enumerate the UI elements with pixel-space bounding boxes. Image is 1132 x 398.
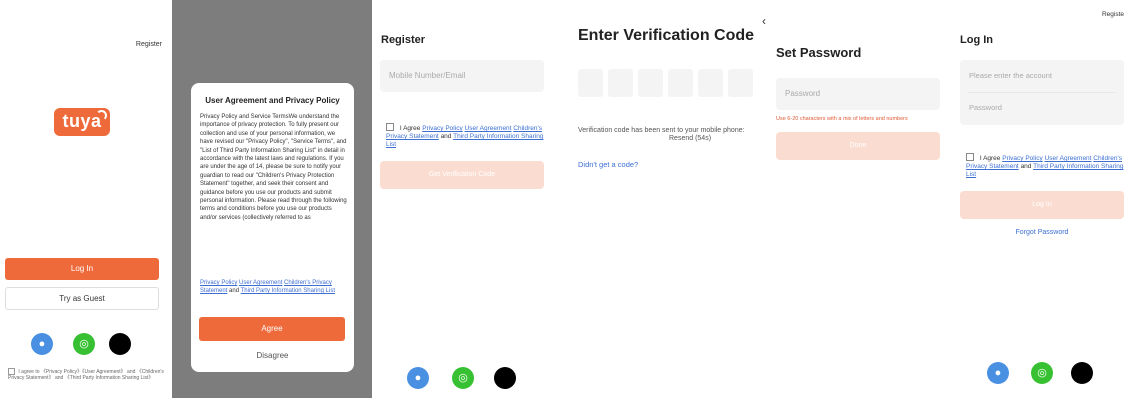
password-hint: Use 6-20 characters with a mix of letter… [776, 116, 908, 122]
qq-icon[interactable]: ● [31, 333, 53, 355]
tuya-logo: tuya [54, 108, 110, 136]
login-button[interactable]: Log In [960, 191, 1124, 219]
privacy-modal: User Agreement and Privacy Policy Privac… [191, 83, 354, 372]
code-digit-box[interactable] [698, 69, 723, 97]
wechat-icon[interactable]: ◎ [1031, 362, 1053, 384]
user-agreement-link[interactable]: User Agreement [465, 125, 512, 132]
privacy-policy-link[interactable]: Privacy Policy [422, 125, 462, 132]
register-screen: Register Mobile Number/Email I Agree Pri… [372, 0, 562, 398]
qq-icon[interactable]: ● [987, 362, 1009, 384]
third-party-link[interactable]: Third Party Information Sharing List [241, 288, 335, 294]
agree-checkbox[interactable] [966, 153, 974, 161]
code-digit-box[interactable] [668, 69, 693, 97]
agree-button[interactable]: Agree [199, 317, 345, 341]
set-password-screen: ‹ Set Password Password Use 6-20 charact… [762, 0, 952, 398]
user-agreement-link[interactable]: User Agreement [239, 280, 282, 286]
apple-icon[interactable] [494, 367, 516, 389]
page-title: Log In [960, 34, 993, 46]
welcome-screen: Register tuya Log In Try as Guest ● ◎ I … [0, 0, 172, 398]
register-link[interactable]: Registe [1102, 11, 1124, 18]
verification-screen: Enter Verification Code Verification cod… [562, 0, 762, 398]
forgot-password-link[interactable]: Forgot Password [952, 229, 1132, 236]
modal-title: User Agreement and Privacy Policy [205, 96, 340, 105]
and-text: and [1020, 163, 1032, 171]
password-input[interactable]: Password [969, 103, 1002, 112]
code-digit-box[interactable] [578, 69, 603, 97]
didnt-get-code-link[interactable]: Didn't get a code? [578, 160, 638, 169]
sent-message: Verification code has been sent to your … [578, 127, 745, 134]
guest-button[interactable]: Try as Guest [5, 287, 159, 310]
done-button[interactable]: Done [776, 132, 940, 160]
page-title: Set Password [776, 45, 862, 60]
back-icon[interactable]: ‹ [762, 14, 766, 28]
privacy-policy-link[interactable]: Privacy Policy [200, 280, 237, 286]
user-agreement-link[interactable]: User Agreement [1045, 155, 1092, 162]
agree-checkbox[interactable] [386, 123, 394, 131]
password-input[interactable]: Password [776, 78, 940, 110]
get-code-button[interactable]: Get Verification Code [380, 161, 544, 189]
privacy-policy-link[interactable]: Privacy Policy [1002, 155, 1042, 162]
privacy-overlay: User Agreement and Privacy Policy Privac… [172, 0, 372, 398]
login-button[interactable]: Log In [5, 258, 159, 280]
apple-icon[interactable] [109, 333, 131, 355]
agree-prefix: I Agree [979, 155, 1001, 162]
agreement-text: I agree to 《Privacy Policy》《User Agreeme… [8, 368, 166, 381]
page-title: Enter Verification Code [578, 27, 755, 44]
and-text: and [229, 288, 240, 295]
login-inputs: Please enter the account Password [960, 60, 1124, 125]
mobile-email-input[interactable]: Mobile Number/Email [380, 60, 544, 92]
wechat-icon[interactable]: ◎ [73, 333, 95, 355]
code-digit-box[interactable] [608, 69, 633, 97]
wifi-icon [96, 110, 107, 121]
page-title: Register [381, 34, 426, 46]
agree-prefix: I Agree [399, 125, 421, 132]
agree-checkbox[interactable] [8, 368, 15, 375]
modal-links: Privacy Policy User Agreement Children's… [200, 279, 348, 296]
login-screen: ‹ Registe Log In Please enter the accoun… [952, 0, 1132, 398]
agreement-label: I agree to 《Privacy Policy》《User Agreeme… [8, 368, 164, 381]
input-divider [968, 92, 1116, 93]
login-agreement: I Agree Privacy Policy User Agreement Ch… [966, 153, 1126, 180]
register-link[interactable]: Register [136, 41, 162, 48]
qq-icon[interactable]: ● [407, 367, 429, 389]
wechat-icon[interactable]: ◎ [452, 367, 474, 389]
and-text: and [440, 133, 452, 141]
apple-icon[interactable] [1071, 362, 1093, 384]
resend-timer[interactable]: Resend (54s) [669, 135, 711, 142]
disagree-button[interactable]: Disagree [191, 351, 354, 360]
modal-body: Privacy Policy and Service TermsWe under… [200, 114, 347, 221]
code-digit-box[interactable] [728, 69, 753, 97]
account-input[interactable]: Please enter the account [969, 71, 1052, 80]
register-agreement: I Agree Privacy Policy User Agreement Ch… [386, 123, 546, 150]
code-digit-box[interactable] [638, 69, 663, 97]
